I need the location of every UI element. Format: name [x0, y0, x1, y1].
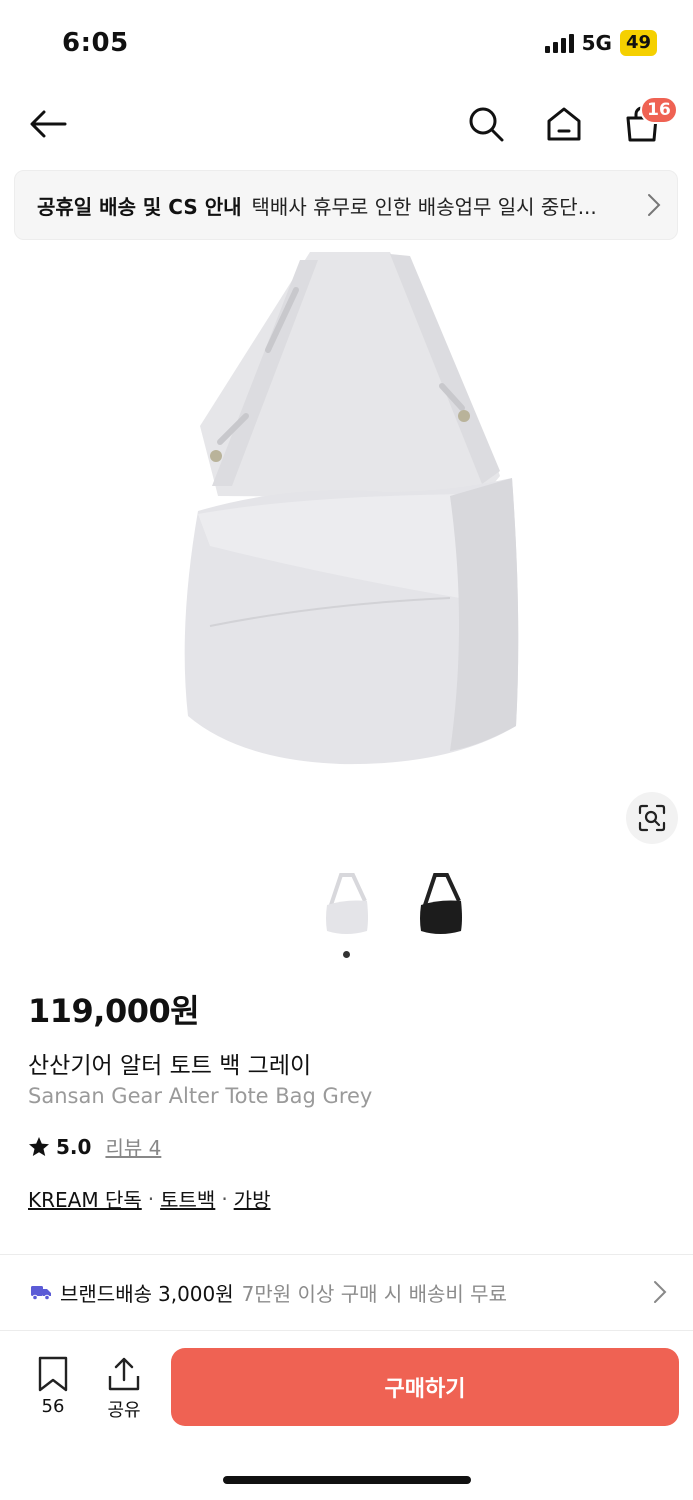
grey-bag-thumbnail-icon — [326, 873, 368, 934]
share-label: 공유 — [107, 1400, 141, 1421]
color-thumbnails — [316, 866, 470, 942]
bottom-action-bar: 56 공유 구매하기 — [0, 1334, 693, 1444]
rating-row: 5.0 리뷰 4 — [28, 1132, 161, 1161]
divider — [0, 1254, 693, 1255]
truck-icon — [31, 1286, 51, 1301]
bookmark-count: 56 — [41, 1396, 65, 1417]
bookmark-button[interactable]: 56 — [29, 1356, 77, 1417]
carousel-indicator — [343, 951, 350, 958]
status-indicators: 5G 49 — [544, 30, 657, 56]
home-icon — [547, 107, 581, 141]
search-icon — [469, 107, 504, 142]
back-arrow-icon — [30, 110, 67, 138]
notice-banner[interactable]: 공휴일 배송 및 CS 안내 택배사 휴무로 인한 배송업무 일시 중단... — [14, 170, 678, 240]
divider — [0, 1330, 693, 1331]
shipping-info-row[interactable]: 브랜드배송 3,000원 7만원 이상 구매 시 배송비 무료 — [0, 1256, 693, 1328]
tag-separator: · — [221, 1186, 228, 1211]
tote-bag-illustration — [184, 252, 519, 765]
tag-bag[interactable]: 가방 — [234, 1184, 271, 1213]
shipping-label: 브랜드배송 — [60, 1281, 152, 1306]
thumbnail-black[interactable] — [410, 866, 470, 942]
shipping-fee: 3,000원 — [158, 1281, 234, 1306]
product-tags: KREAM 단독 · 토트백 · 가방 — [28, 1184, 270, 1213]
status-bar: 6:05 5G 49 — [0, 0, 693, 88]
notice-title: 공휴일 배송 및 CS 안내 — [37, 194, 242, 219]
search-button[interactable] — [464, 102, 508, 146]
product-price: 119,000원 — [28, 992, 200, 1030]
star-icon — [29, 1136, 49, 1156]
bookmark-icon — [38, 1356, 68, 1392]
notice-text: 택배사 휴무로 인한 배송업무 일시 중단... — [251, 194, 597, 219]
top-nav: 16 — [0, 88, 693, 160]
black-bag-thumbnail-icon — [420, 873, 462, 934]
cart-count-badge: 16 — [640, 96, 678, 124]
share-icon — [108, 1357, 140, 1391]
cart-button[interactable]: 16 — [620, 96, 678, 146]
home-indicator — [223, 1476, 471, 1484]
tag-kream-exclusive[interactable]: KREAM 단독 — [28, 1184, 142, 1213]
shipping-note: 7만원 이상 구매 시 배송비 무료 — [241, 1281, 507, 1306]
network-label: 5G — [581, 31, 612, 55]
product-image[interactable] — [150, 246, 550, 786]
lens-search-icon — [638, 804, 666, 832]
tag-tote-bag[interactable]: 토트백 — [160, 1184, 215, 1213]
product-name-english: Sansan Gear Alter Tote Bag Grey — [28, 1084, 373, 1108]
reviews-link[interactable]: 리뷰 4 — [105, 1132, 161, 1161]
product-name-korean: 산산기어 알터 토트 백 그레이 — [28, 1053, 312, 1079]
back-button[interactable] — [26, 102, 70, 146]
thumbnail-grey[interactable] — [316, 866, 376, 942]
image-search-button[interactable] — [626, 792, 678, 844]
share-button[interactable]: 공유 — [100, 1356, 148, 1422]
tag-separator: · — [147, 1186, 155, 1211]
rating-score: 5.0 — [56, 1134, 92, 1159]
signal-icon — [544, 33, 574, 53]
buy-button[interactable]: 구매하기 — [171, 1348, 679, 1426]
home-button[interactable] — [542, 102, 586, 146]
status-time: 6:05 — [62, 28, 129, 58]
chevron-right-icon — [654, 1281, 667, 1303]
battery-indicator: 49 — [619, 30, 657, 56]
chevron-right-icon — [648, 194, 661, 216]
